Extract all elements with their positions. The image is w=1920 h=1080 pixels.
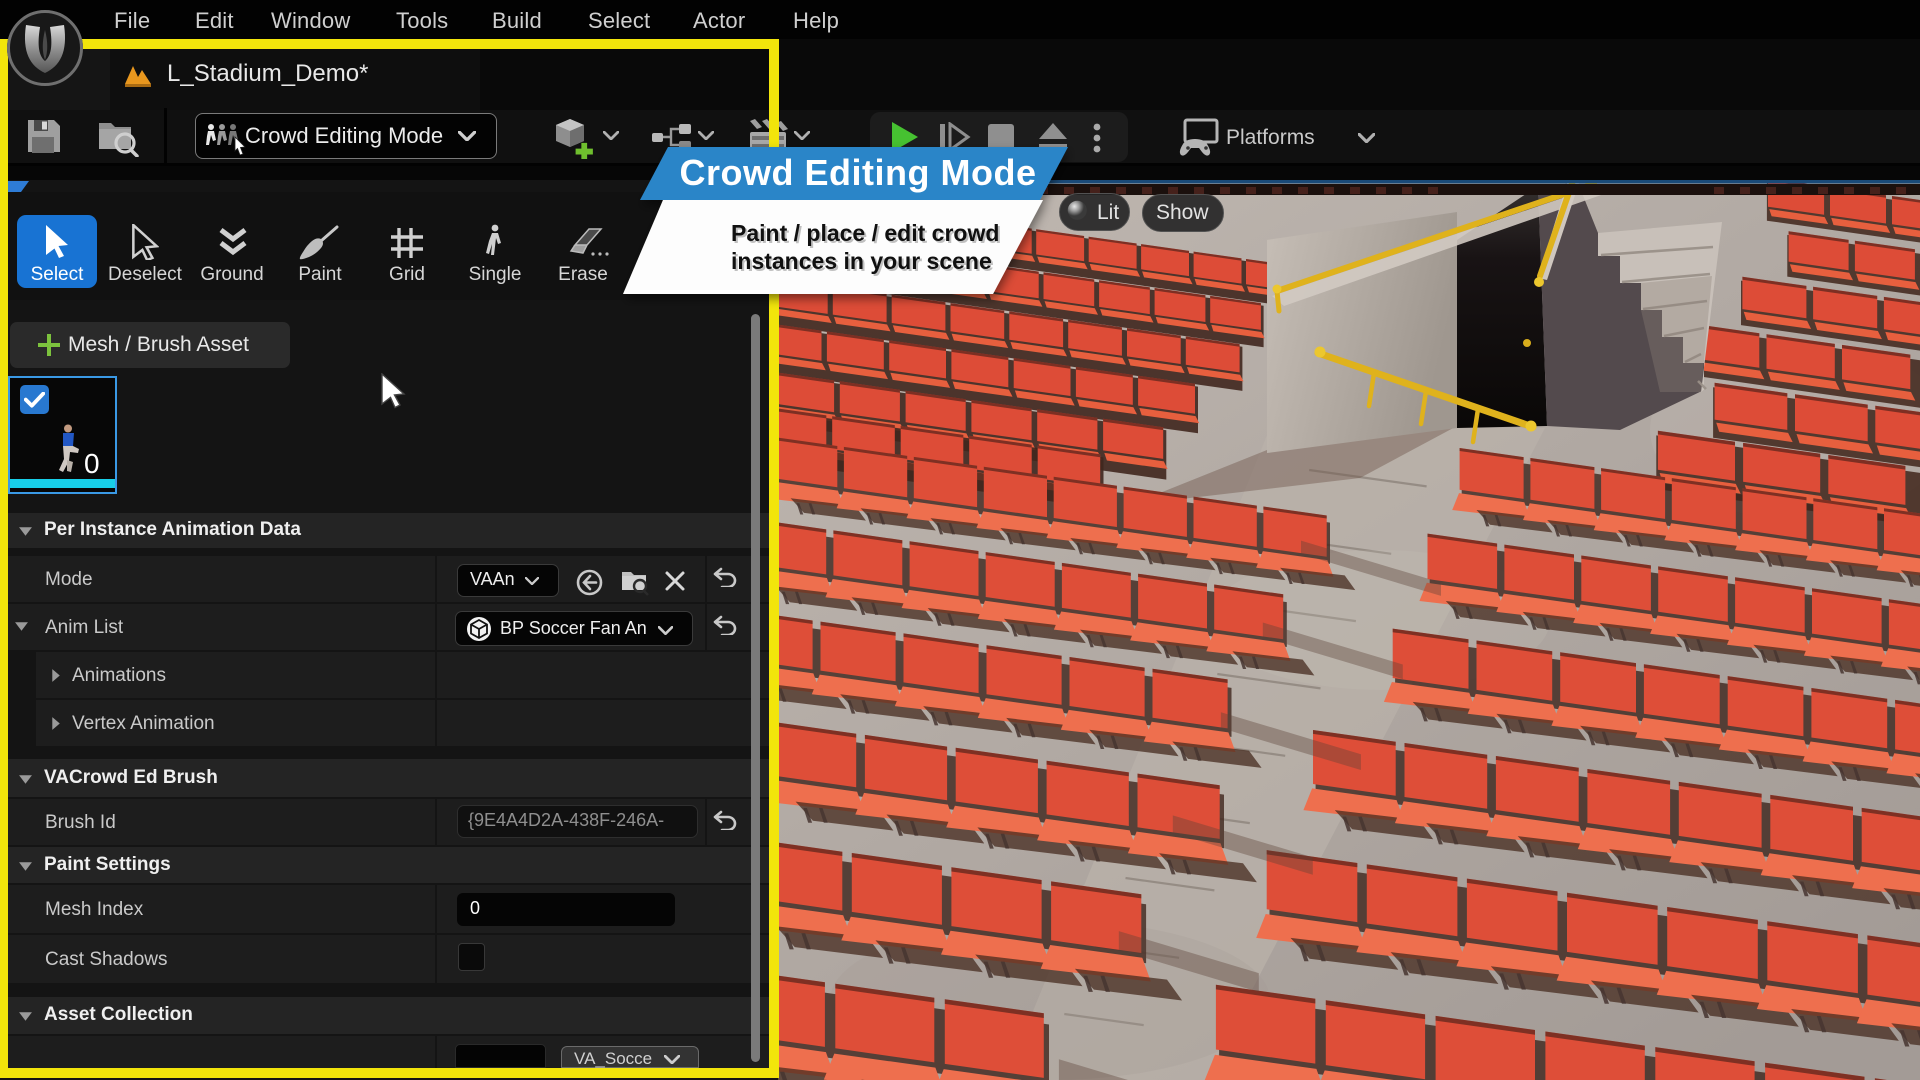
- svg-text:Crowd Editing Mode: Crowd Editing Mode: [680, 152, 1037, 193]
- svg-text:instances in your scene: instances in your scene: [731, 248, 992, 274]
- svg-text:Paint / place / edit crowd: Paint / place / edit crowd: [731, 220, 999, 246]
